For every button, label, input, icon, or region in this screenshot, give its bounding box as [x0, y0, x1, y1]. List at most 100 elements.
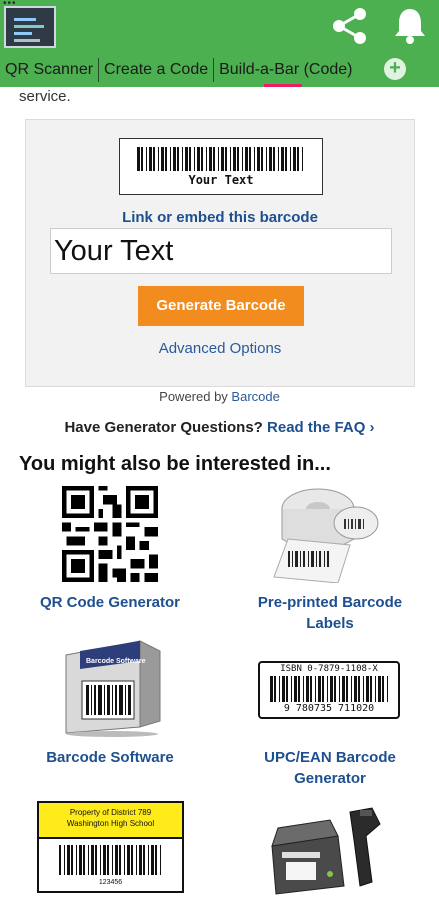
product-label-line1[interactable]: Pre-printed Barcode — [236, 592, 424, 613]
interested-heading: You might also be interested in... — [19, 453, 331, 475]
powered-by-link[interactable]: Barcode — [231, 389, 279, 404]
barcode-bar — [302, 147, 303, 171]
barcode-bar — [366, 676, 369, 702]
barcode-bar — [274, 676, 276, 702]
asset-tag-header: Property of District 789 Washington High… — [39, 803, 182, 839]
barcode-bar — [197, 147, 200, 171]
barcode-bar — [165, 147, 167, 171]
product-label[interactable]: Barcode Software — [20, 747, 200, 768]
share-icon[interactable] — [330, 6, 370, 46]
barcode-bar — [282, 676, 285, 702]
barcode-bar — [273, 147, 275, 171]
barcode-bar — [281, 147, 284, 171]
product-label-line2[interactable]: Labels — [236, 613, 424, 634]
upc-ean-barcode-icon[interactable]: ISBN 0-7879-1108-X 9 780735 711020 — [258, 661, 400, 719]
barcode-bar — [160, 845, 161, 875]
tab-bar: QR Scanner Create a Code Build-a-Bar (Co… — [0, 56, 439, 87]
barcode-bar — [327, 676, 328, 702]
barcode-bar — [318, 676, 321, 702]
barcode-bar — [201, 147, 203, 171]
product-label-line1[interactable]: UPC/EAN Barcode — [236, 747, 424, 768]
product-label-line2[interactable]: Generator — [236, 768, 424, 789]
barcode-bar — [139, 845, 142, 875]
barcode-bar — [310, 676, 312, 702]
tab-build-a-bar[interactable]: Build-a-Bar (Code) — [213, 58, 357, 87]
barcode-bar — [261, 147, 263, 171]
barcode-bar — [254, 147, 255, 171]
barcode-bar — [257, 147, 260, 171]
barcode-bar — [225, 147, 227, 171]
barcode-bar — [290, 147, 291, 171]
app-logo-icon[interactable] — [4, 6, 56, 48]
barcode-bar — [148, 845, 149, 875]
barcode-bar — [218, 147, 219, 171]
barcode-bar — [185, 147, 188, 171]
software-box-label: Barcode Software — [86, 658, 146, 665]
app-bar: ••• QR Scanner Create a Code Build-a-Bar… — [0, 0, 439, 87]
barcode-bar — [342, 676, 345, 702]
barcode-bar — [233, 147, 236, 171]
barcode-bar — [103, 845, 106, 875]
barcode-bar — [306, 676, 309, 702]
barcode-bar — [249, 147, 251, 171]
barcode-bar — [88, 845, 89, 875]
qr-code-icon[interactable] — [57, 486, 163, 582]
barcode-bar — [161, 147, 164, 171]
barcode-bar — [303, 676, 304, 702]
tab-qr-scanner[interactable]: QR Scanner — [0, 58, 98, 82]
barcode-bar — [322, 676, 324, 702]
asset-bars-icon — [59, 845, 161, 875]
barcode-bar — [137, 147, 140, 171]
barcode-generator-panel: Your Text Link or embed this barcode Gen… — [25, 119, 415, 387]
faq-line: Have Generator Questions? Read the FAQ › — [0, 419, 439, 436]
barcode-bar — [173, 147, 176, 171]
tab-create-a-code[interactable]: Create a Code — [98, 58, 213, 82]
add-tab-plus-icon[interactable]: + — [384, 58, 406, 80]
barcode-bar — [230, 147, 231, 171]
generate-barcode-button[interactable]: Generate Barcode — [138, 286, 304, 326]
barcode-bar — [67, 845, 70, 875]
faq-question: Have Generator Questions? — [64, 419, 268, 436]
barcode-bar — [298, 676, 300, 702]
asset-tag-label-icon[interactable]: Property of District 789 Washington High… — [37, 801, 184, 893]
upc-digits: 9 780735 711020 — [283, 703, 375, 714]
barcode-bar — [346, 676, 348, 702]
powered-by-text: Powered by — [159, 389, 232, 404]
barcode-bar — [107, 845, 109, 875]
barcode-bar — [115, 845, 118, 875]
barcode-bar — [213, 147, 215, 171]
barcode-bar — [206, 147, 207, 171]
barcode-bar — [351, 676, 352, 702]
barcode-preview-text: Your Text — [188, 173, 254, 187]
bell-icon[interactable] — [392, 6, 428, 44]
product-label[interactable]: QR Code Generator — [20, 592, 200, 613]
barcode-bar — [293, 147, 296, 171]
barcode-bar — [170, 147, 171, 171]
barcode-bar — [83, 845, 85, 875]
advanced-options-link[interactable]: Advanced Options — [26, 340, 414, 357]
barcode-bar — [269, 147, 272, 171]
barcode-bar — [119, 845, 121, 875]
label-printer-scanner-icon[interactable] — [268, 806, 386, 896]
barcode-bar — [278, 147, 279, 171]
barcode-bar — [79, 845, 82, 875]
barcode-bar — [151, 845, 154, 875]
barcode-bar — [245, 147, 248, 171]
barcode-bar — [71, 845, 73, 875]
barcode-bar — [378, 676, 381, 702]
isbn-text: ISBN 0-7879-1108-X — [280, 664, 378, 674]
barcode-bar — [279, 676, 280, 702]
asset-tag-line2: Washington High School — [66, 819, 155, 828]
barcode-bar — [334, 676, 336, 702]
barcode-software-box-icon[interactable]: Barcode Software — [60, 637, 166, 737]
barcode-bar — [237, 147, 239, 171]
barcode-bar — [64, 845, 65, 875]
barcode-bar — [149, 147, 152, 171]
barcode-bar — [189, 147, 191, 171]
barcode-text-input[interactable] — [50, 228, 392, 274]
link-embed-barcode[interactable]: Link or embed this barcode — [26, 209, 414, 226]
read-faq-link[interactable]: Read the FAQ › — [267, 419, 375, 436]
barcode-labels-roll-icon[interactable] — [268, 479, 380, 583]
barcode-bar — [354, 676, 357, 702]
barcode-bar — [221, 147, 224, 171]
